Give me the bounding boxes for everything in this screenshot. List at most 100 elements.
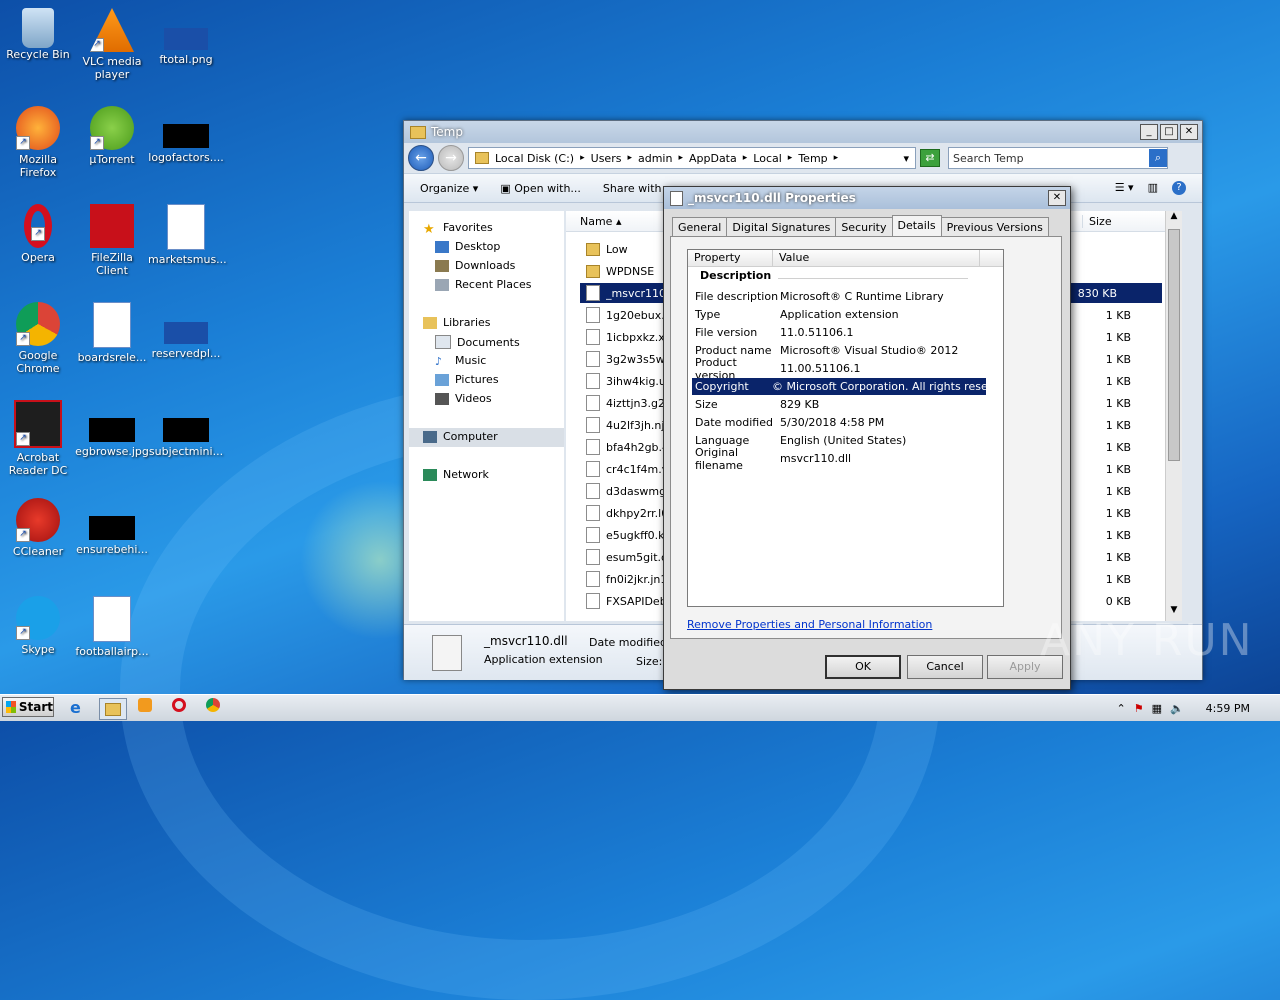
desktop-icon-subjectmini[interactable]: subjectmini... xyxy=(148,400,224,458)
internet-explorer-icon[interactable]: e xyxy=(70,698,90,718)
desktop-icon-footballairp[interactable]: footballairp... xyxy=(74,596,150,658)
property-row[interactable]: Size 829 KB xyxy=(692,396,986,413)
desktop-icon-skype[interactable]: ↗ Skype xyxy=(0,596,76,656)
desktop-icon-reservedpl[interactable]: reservedpl... xyxy=(148,302,224,360)
desktop-icon-egbrowse[interactable]: egbrowse.jpg xyxy=(74,400,150,458)
share-with-menu[interactable]: Share with ▾ xyxy=(603,182,671,195)
dialog-titlebar[interactable]: _msvcr110.dll Properties ✕ xyxy=(664,187,1070,209)
nav-computer[interactable]: Computer xyxy=(423,430,498,443)
media-player-icon[interactable] xyxy=(138,698,158,718)
nav-desktop[interactable]: Desktop xyxy=(435,240,500,253)
desktop-icon-chrome[interactable]: ↗ Google Chrome xyxy=(0,302,76,375)
vertical-scrollbar[interactable]: ▲ ▼ xyxy=(1165,211,1182,621)
nav-libraries[interactable]: Libraries xyxy=(423,316,491,329)
address-dropdown-icon[interactable]: ▾ xyxy=(903,152,915,165)
minimize-button[interactable]: _ xyxy=(1140,124,1158,140)
breadcrumb-separator-icon[interactable]: ▸ xyxy=(678,153,683,163)
column-size[interactable]: Size xyxy=(1082,215,1112,228)
breadcrumb-item[interactable]: Users xyxy=(591,152,622,165)
explorer-taskbar-button[interactable] xyxy=(99,698,127,720)
properties-dialog[interactable]: _msvcr110.dll Properties ✕ General Digita… xyxy=(663,186,1071,690)
desktop-icon-filezilla[interactable]: FileZilla Client xyxy=(74,204,150,277)
nav-recent-places[interactable]: Recent Places xyxy=(435,278,532,291)
property-row[interactable]: Date modified 5/30/2018 4:58 PM xyxy=(692,414,986,431)
property-row[interactable]: File version 11.0.51106.1 xyxy=(692,324,986,341)
cancel-button[interactable]: Cancel xyxy=(907,655,983,679)
header-value[interactable]: Value xyxy=(773,250,980,266)
action-center-icon[interactable]: ⚑ xyxy=(1134,702,1144,715)
chrome-icon[interactable] xyxy=(206,698,226,718)
breadcrumb-separator-icon[interactable]: ▸ xyxy=(834,153,839,163)
breadcrumb-item[interactable]: Local xyxy=(753,152,782,165)
breadcrumb-separator-icon[interactable]: ▸ xyxy=(580,153,585,163)
desktop-icon-vlc[interactable]: ↗ VLC media player xyxy=(74,8,150,81)
search-input[interactable]: Search Temp ⌕ xyxy=(948,147,1168,169)
scroll-up-arrow[interactable]: ▲ xyxy=(1166,211,1182,227)
maximize-button[interactable]: □ xyxy=(1160,124,1178,140)
header-property[interactable]: Property xyxy=(688,250,773,266)
clock[interactable]: 4:59 PM xyxy=(1206,702,1250,715)
address-bar-row: ← → Local Disk (C:) ▸ Users ▸ admin ▸ AppData ▸… xyxy=(404,143,1202,173)
desktop-icon-opera[interactable]: ↗ Opera xyxy=(0,204,76,264)
start-button[interactable]: Start xyxy=(2,697,54,717)
property-row[interactable]: File description Microsoft® C Runtime Lib… xyxy=(692,288,986,305)
help-icon[interactable]: ? xyxy=(1172,181,1186,195)
breadcrumb-item[interactable]: Temp xyxy=(798,152,827,165)
file-icon xyxy=(586,483,600,499)
ok-button[interactable]: OK xyxy=(825,655,901,679)
desktop-icon-ensurebehi[interactable]: ensurebehi... xyxy=(74,498,150,556)
property-row[interactable]: Type Application extension xyxy=(692,306,986,323)
nav-network[interactable]: Network xyxy=(423,468,489,481)
search-icon[interactable]: ⌕ xyxy=(1149,149,1167,167)
opera-icon[interactable] xyxy=(172,698,192,718)
tab-details[interactable]: Details xyxy=(891,215,942,237)
organize-menu[interactable]: Organize ▾ xyxy=(420,182,478,195)
nav-downloads[interactable]: Downloads xyxy=(435,259,515,272)
refresh-icon[interactable]: ⇄ xyxy=(920,149,940,167)
forward-button[interactable]: → xyxy=(438,145,464,171)
folder-icon xyxy=(475,152,489,164)
breadcrumb-item[interactable]: Local Disk (C:) xyxy=(495,152,574,165)
desktop-icon-boardsrele[interactable]: boardsrele... xyxy=(74,302,150,364)
nav-favorites[interactable]: ★ Favorites xyxy=(423,221,493,237)
dialog-close-button[interactable]: ✕ xyxy=(1048,190,1066,206)
nav-music[interactable]: ♪ Music xyxy=(435,354,486,368)
nav-videos[interactable]: Videos xyxy=(435,392,492,405)
breadcrumb-separator-icon[interactable]: ▸ xyxy=(788,153,793,163)
nav-documents[interactable]: Documents xyxy=(435,335,520,349)
view-options-icon[interactable]: ☰ ▾ xyxy=(1115,181,1134,195)
desktop-icon-recycle-bin[interactable]: Recycle Bin xyxy=(0,8,76,61)
desktop-icon-utorrent[interactable]: ↗ µTorrent xyxy=(74,106,150,166)
scroll-thumb[interactable] xyxy=(1168,229,1180,461)
desktop-icon-marketsmus[interactable]: marketsmus... xyxy=(148,204,227,266)
volume-icon[interactable]: 🔈 xyxy=(1170,702,1184,715)
nav-pictures[interactable]: Pictures xyxy=(435,373,499,386)
open-with-label: Open with... xyxy=(514,181,581,195)
desktop-icon-logofactors[interactable]: logofactors.... xyxy=(148,106,224,164)
explorer-titlebar[interactable]: Temp _ □ ✕ xyxy=(404,121,1202,143)
desktop-icon-label: VLC media player xyxy=(82,55,142,81)
file-icon xyxy=(586,395,600,411)
preview-pane-icon[interactable]: ▥ xyxy=(1148,181,1158,195)
close-button[interactable]: ✕ xyxy=(1180,124,1198,140)
breadcrumb-item[interactable]: admin xyxy=(638,152,672,165)
property-row[interactable]: Copyright © Microsoft Corporation. All ri… xyxy=(692,378,986,395)
column-name[interactable]: Name ▴ xyxy=(580,215,621,228)
address-bar[interactable]: Local Disk (C:) ▸ Users ▸ admin ▸ AppData ▸ Loca… xyxy=(468,147,916,169)
breadcrumb-separator-icon[interactable]: ▸ xyxy=(627,153,632,163)
desktop-icon-ccleaner[interactable]: ↗ CCleaner xyxy=(0,498,76,558)
recent-places-icon xyxy=(435,278,449,291)
desktop-icon-ftotal-png[interactable]: ftotal.png xyxy=(148,8,224,66)
property-row[interactable]: Product version 11.00.51106.1 xyxy=(692,356,986,382)
network-tray-icon[interactable]: ▦ xyxy=(1152,702,1162,715)
breadcrumb-item[interactable]: AppData xyxy=(689,152,737,165)
breadcrumb-separator-icon[interactable]: ▸ xyxy=(743,153,748,163)
property-row[interactable]: Original filename msvcr110.dll xyxy=(692,446,986,472)
back-button[interactable]: ← xyxy=(408,145,434,171)
desktop-icon-acrobat[interactable]: ↗ Acrobat Reader DC xyxy=(0,400,76,477)
remove-properties-link[interactable]: Remove Properties and Personal Informati… xyxy=(687,618,932,631)
file-name: dkhpy2rr.l0s xyxy=(606,506,666,520)
open-with-button[interactable]: ▣ Open with... xyxy=(500,182,581,195)
desktop-icon-firefox[interactable]: ↗ Mozilla Firefox xyxy=(0,106,76,179)
show-hidden-icons[interactable]: ⌃ xyxy=(1116,702,1125,715)
